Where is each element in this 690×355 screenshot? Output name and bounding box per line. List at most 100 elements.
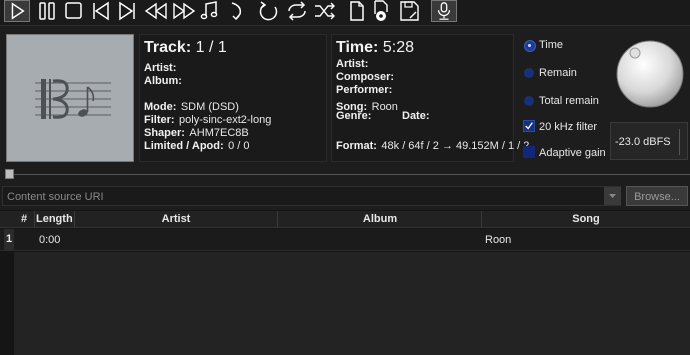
table-empty-area [14, 252, 690, 355]
document-button[interactable] [346, 0, 368, 22]
document-settings-icon [374, 0, 388, 21]
track-label: Track: [144, 39, 192, 56]
checkbox-checked-icon [523, 120, 535, 132]
alto-clef-icon [35, 79, 111, 119]
row-indicator: 1 [4, 229, 14, 251]
date-label: Date: [402, 110, 430, 122]
time-heading: Time: 5:28 [336, 39, 414, 57]
seek-track [14, 174, 690, 175]
radio-total-remain[interactable]: Total remain [518, 94, 610, 108]
play-icon [11, 2, 25, 20]
volume-knob-icon [616, 40, 684, 108]
checkbox-adaptive-gain[interactable]: Adaptive gain [518, 146, 610, 160]
column-header-song[interactable]: Song [482, 213, 690, 225]
music-note-button[interactable] [198, 0, 222, 22]
microphone-button[interactable] [431, 0, 457, 22]
format-value: 48k / 64f / 2 → 49.152M / 1 / 2 [381, 140, 530, 152]
seek-bar[interactable] [0, 168, 690, 180]
previous-button[interactable] [88, 0, 114, 22]
limited-row: Limited / Apod: 0 / 0 [144, 136, 250, 154]
fast-forward-button[interactable] [170, 0, 198, 22]
column-header-number[interactable]: # [14, 213, 34, 225]
column-header-artist[interactable]: Artist [75, 213, 277, 225]
genre-label: Genre: [336, 110, 372, 122]
limited-label: Limited / Apod: [144, 140, 224, 152]
content-source-placeholder: Content source URI [7, 191, 104, 203]
music-note-icon [200, 1, 218, 20]
time-label: Time: [336, 39, 379, 56]
radio-remain-label: Remain [539, 67, 577, 79]
checkbox-adaptive-gain-label: Adaptive gain [539, 147, 606, 159]
content-source-field[interactable]: Content source URI [2, 186, 621, 206]
display-options: Time Remain Total remain 20 kHz filter A… [518, 34, 610, 164]
return-button[interactable] [224, 0, 248, 22]
stop-button[interactable] [60, 0, 86, 22]
save-button[interactable] [398, 0, 422, 22]
shuffle-button[interactable] [312, 0, 338, 22]
document-icon [350, 1, 364, 21]
cell-song: Roon [485, 234, 512, 246]
row-number: 1 [6, 233, 13, 245]
browse-label: Browse... [634, 191, 680, 203]
stop-icon [65, 2, 82, 19]
cell-length: 0:00 [39, 234, 61, 246]
play-button[interactable] [4, 0, 30, 22]
track-info-panel: Track: 1 / 1 Artist: Album: Mode: SDM (D… [139, 34, 327, 162]
source-dropdown-button[interactable] [604, 187, 621, 205]
pause-button[interactable] [34, 0, 60, 22]
microphone-icon [437, 2, 451, 20]
radio-time[interactable]: Time [518, 38, 610, 52]
table-header: # Length Artist Album Song [0, 211, 690, 228]
pause-icon [39, 2, 55, 20]
document-settings-button[interactable] [370, 0, 394, 22]
shuffle-icon [315, 2, 335, 20]
rewind-button[interactable] [142, 0, 170, 22]
time-artist-label: Artist: [336, 58, 369, 70]
column-header-length[interactable]: Length [36, 213, 73, 225]
table-row[interactable]: 1 0:00 Roon [0, 229, 690, 251]
next-button[interactable] [114, 0, 140, 22]
next-icon [119, 1, 135, 21]
column-divider [34, 211, 35, 228]
radio-unselected-icon [524, 96, 534, 106]
checkbox-unchecked-icon [523, 146, 535, 158]
checkbox-20khz-label: 20 kHz filter [539, 121, 598, 133]
checkbox-20khz-filter[interactable]: 20 kHz filter [518, 120, 610, 134]
seek-handle[interactable] [5, 169, 14, 179]
radio-time-label: Time [539, 39, 564, 51]
repeat-button[interactable] [284, 0, 310, 22]
time-value: 5:28 [382, 39, 414, 56]
save-icon [400, 1, 419, 21]
limited-value: 0 / 0 [228, 140, 250, 152]
repeat-one-button[interactable] [256, 0, 282, 22]
performer-label: Performer: [336, 84, 393, 96]
composer-label: Composer: [336, 71, 395, 83]
radio-selected-icon [524, 40, 536, 52]
return-arrow-icon [231, 2, 242, 21]
format-label: Format: [336, 140, 377, 152]
radio-unselected-icon [524, 68, 534, 78]
volume-knob[interactable] [613, 36, 687, 110]
previous-icon [93, 1, 109, 21]
album-label: Album: [144, 75, 182, 87]
volume-spinner-divider [679, 129, 680, 155]
radio-total-remain-label: Total remain [539, 95, 599, 107]
track-heading: Track: 1 / 1 [144, 39, 227, 57]
song-value: Roon [371, 101, 398, 113]
repeat-icon [288, 1, 306, 21]
fast-forward-icon [173, 2, 196, 20]
chevron-down-icon [609, 194, 616, 198]
track-number: 1 / 1 [195, 39, 227, 56]
volume-display[interactable]: -23.0 dBFS [610, 122, 688, 160]
browse-button[interactable]: Browse... [626, 186, 688, 206]
format-row: Format: 48k / 64f / 2 → 49.152M / 1 / 2 [336, 136, 529, 154]
radio-remain[interactable]: Remain [518, 66, 610, 80]
album-art [6, 34, 134, 162]
playlist-table: # Length Artist Album Song 1 0:00 Roon [0, 210, 690, 355]
toolbar [0, 0, 690, 26]
volume-value: -23.0 dBFS [615, 136, 671, 148]
rewind-icon [144, 2, 167, 20]
repeat-one-icon [259, 1, 278, 21]
column-header-album[interactable]: Album [278, 213, 482, 225]
time-info-panel: Time: 5:28 Artist: Composer: Performer: … [331, 34, 529, 162]
